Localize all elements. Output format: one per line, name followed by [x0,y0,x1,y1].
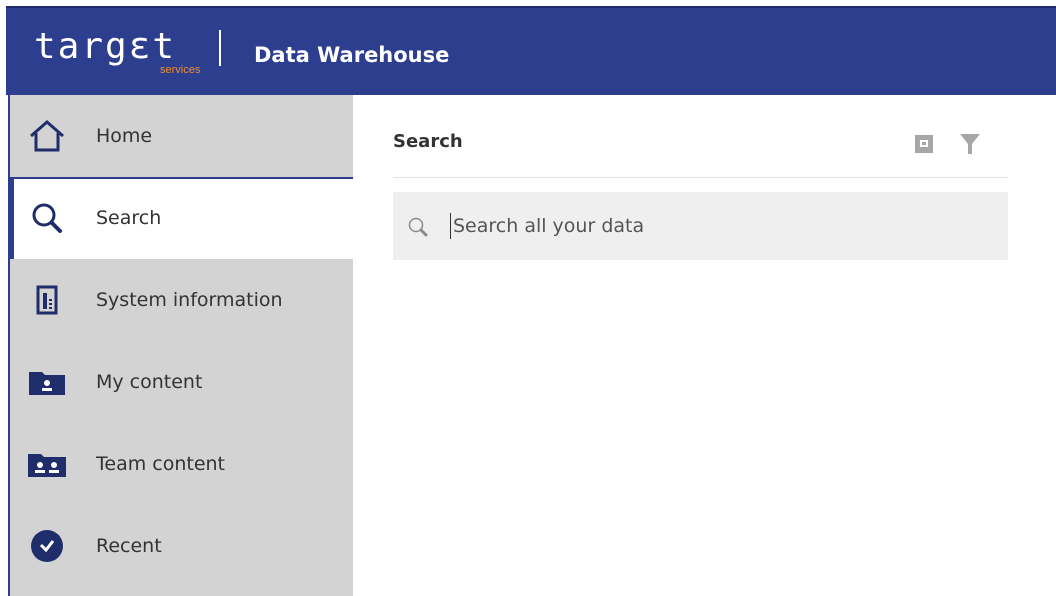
my-content-folder-icon [28,363,66,401]
logo-subtext: services [160,64,201,76]
app-window: targεt services Data Warehouse Home Sear… [6,6,1056,596]
page-title: Search [393,131,463,152]
sidebar-item-system-information[interactable]: System information [10,259,353,341]
recent-check-icon [28,527,66,565]
system-information-icon [28,281,66,319]
sidebar-item-label: Search [96,207,162,229]
sidebar-item-label: System information [96,289,283,311]
sidebar-item-team-content[interactable]: Team content [10,423,353,505]
sidebar-item-my-content[interactable]: My content [10,341,353,423]
saved-search-icon[interactable] [910,129,938,157]
sidebar-item-search[interactable]: Search [10,177,353,259]
left-edge-accent [8,95,10,596]
team-content-folder-icon [28,445,66,483]
app-title: Data Warehouse [254,43,450,67]
sidebar-item-recent[interactable]: Recent [10,505,353,587]
filter-icon[interactable] [956,129,984,157]
home-icon [28,117,66,155]
sidebar-item-home[interactable]: Home [10,95,353,177]
sidebar-item-label: Team content [96,453,226,475]
logo-wordmark: targεt [34,26,177,67]
logo-separator [219,30,221,66]
target-services-logo[interactable]: targεt services [34,24,234,84]
top-header: targεt services Data Warehouse [6,6,1056,95]
sidebar-item-label: Recent [96,535,162,557]
search-icon [28,199,66,237]
search-box[interactable] [393,192,1008,260]
sidebar-item-label: Home [96,125,153,147]
main-panel: Search [353,95,1056,596]
text-caret [450,213,451,239]
title-divider [393,177,1008,178]
sidebar-nav: Home Search System information My conten… [10,95,353,596]
search-icon [407,216,429,238]
sidebar-item-label: My content [96,371,203,393]
search-input[interactable] [453,210,973,242]
